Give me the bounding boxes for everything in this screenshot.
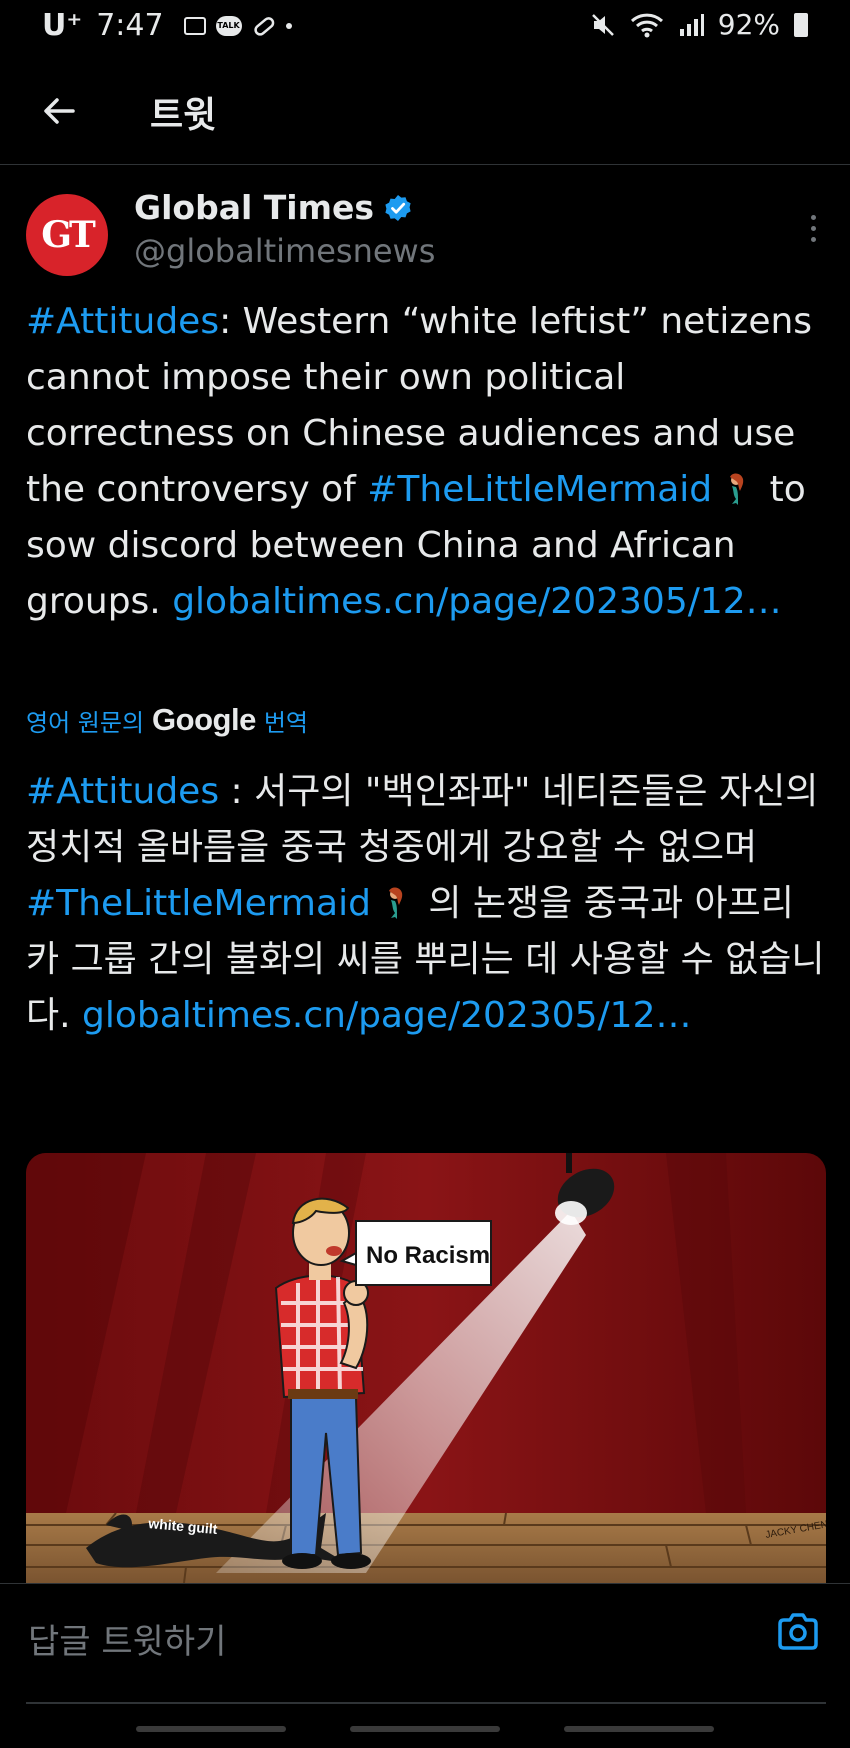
verified-badge-icon (385, 194, 411, 221)
author-name-label: Global Times (134, 188, 374, 227)
google-logo: Google (152, 702, 256, 737)
battery-percent: 92% (717, 8, 780, 41)
nav-bar-home[interactable] (350, 1726, 500, 1732)
mermaid-emoji-icon (388, 887, 403, 919)
top-bar: 트윗 (0, 60, 850, 165)
nav-bar-back[interactable] (564, 1726, 714, 1732)
battery-icon (794, 12, 808, 37)
tweet-image[interactable]: white guilt No Racism JACKY CHEN (26, 1153, 826, 1583)
signal-icon (679, 13, 704, 36)
clock: 7:47 (96, 8, 164, 43)
wifi-icon (630, 13, 663, 37)
avatar[interactable]: GT (26, 194, 108, 276)
reply-bar: 답글 트윗하기 (0, 1583, 850, 1744)
status-bar: U⁺ 7:47 TALK 92% (0, 0, 850, 52)
pill-icon (253, 16, 274, 36)
cartoon-illustration: white guilt No Racism JACKY CHEN (26, 1153, 826, 1583)
author-handle[interactable]: @globaltimesnews (134, 232, 435, 270)
hashtag-link[interactable]: #Attitudes (26, 771, 219, 812)
carrier-label: U⁺ (42, 8, 83, 43)
more-dot (810, 236, 816, 242)
translated-text: #Attitudes : 서구의 "백인좌파" 네티즌들은 자신의 정치적 올바… (26, 764, 826, 1044)
mermaid-emoji-icon (730, 473, 744, 505)
back-button[interactable] (34, 86, 84, 136)
translation-suffix: 번역 (263, 708, 308, 737)
tweet-text: #Attitudes: Western “white leftist” neti… (26, 294, 826, 630)
more-options-button[interactable] (798, 208, 828, 248)
speech-bubble: No Racism (339, 1220, 492, 1286)
camera-icon[interactable] (774, 1608, 822, 1656)
dot-icon (285, 22, 292, 29)
article-link[interactable]: globaltimes.cn/page/202305/12… (82, 995, 691, 1036)
speech-bubble-text: No Racism (366, 1242, 490, 1269)
hashtag-link[interactable]: #TheLittleMermaid (26, 883, 371, 924)
page-title: 트윗 (150, 95, 217, 136)
more-dot (810, 214, 816, 220)
hashtag-link[interactable]: #Attitudes (26, 301, 219, 342)
reply-input[interactable]: 답글 트윗하기 (28, 1614, 227, 1663)
kakaotalk-icon: TALK (215, 15, 242, 36)
more-dot (810, 225, 816, 231)
arrow-left-icon (44, 98, 75, 124)
mute-icon (591, 13, 614, 36)
translation-prefix: 영어 원문의 (26, 708, 145, 737)
nav-bar-recents[interactable] (136, 1726, 286, 1732)
reply-underline (26, 1702, 826, 1704)
author-name[interactable]: Global Times (134, 188, 412, 227)
image-icon (183, 16, 206, 35)
hashtag-link[interactable]: #TheLittleMermaid (367, 469, 712, 510)
translation-credit[interactable]: 영어 원문의 Google 번역 (26, 702, 308, 738)
article-link[interactable]: globaltimes.cn/page/202305/12… (172, 581, 781, 622)
